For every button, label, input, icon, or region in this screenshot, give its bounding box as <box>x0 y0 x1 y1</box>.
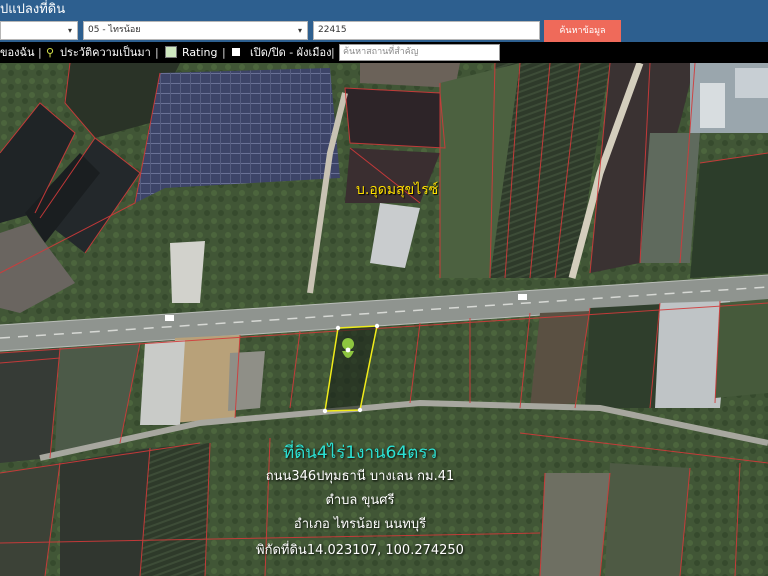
chevron-down-icon: ▾ <box>297 26 302 35</box>
zoning-checkbox[interactable] <box>232 42 240 63</box>
toolbar-zoning-toggle[interactable]: เปิด/ปิด - ผังเมือง <box>250 42 332 63</box>
village-label: บ.อุดมสุขไรซ์ <box>356 182 439 198</box>
rating-check-icon[interactable] <box>165 42 177 63</box>
listing-coordinates: พิกัดที่ดิน14.023107, 100.274250 <box>256 543 464 558</box>
chevron-down-icon: ▾ <box>67 26 72 35</box>
satellite-map[interactable]: บ.อุดมสุขไรซ์ ที่ดิน4ไร่1งาน64ตรว ถนน346… <box>0 63 768 576</box>
divider: | <box>222 46 226 59</box>
toolbar: ของฉัน | ⚲ ประวัติความเป็นมา | Rating | … <box>0 42 768 63</box>
listing-headline: ที่ดิน4ไร่1งาน64ตรว <box>283 443 437 463</box>
parcel-number-input[interactable]: 22415 <box>313 21 540 40</box>
history-icon: ⚲ <box>46 46 55 59</box>
page-title: ปแปลงที่ดิน <box>0 2 66 17</box>
listing-road: ถนน346ปทุมธานี บางเลน กม.41 <box>265 469 455 484</box>
search-button[interactable]: ค้นหาข้อมูล <box>544 20 621 42</box>
district-select[interactable]: 05 - ไทรน้อย ▾ <box>83 21 308 40</box>
listing-subdistrict: ตำบล ขุนศรี <box>325 493 395 508</box>
divider: | <box>331 46 335 59</box>
header-bar: ปแปลงที่ดิน ▾ 05 - ไทรน้อย ▾ 22415 ค้นหา… <box>0 0 768 42</box>
divider: | <box>155 46 159 59</box>
divider: | <box>38 46 42 59</box>
listing-district: อำเภอ ไทรน้อย นนทบุรี <box>293 517 427 532</box>
toolbar-mine[interactable]: ของฉัน <box>0 42 35 63</box>
parcel-number-value: 22415 <box>318 25 347 35</box>
landmark-search-input[interactable]: ค้นหาสถานที่สำคัญ <box>339 44 500 61</box>
toolbar-rating[interactable]: Rating <box>182 42 217 63</box>
district-select-value: 05 - ไทรน้อย <box>88 25 141 35</box>
toolbar-history[interactable]: ประวัติความเป็นมา <box>60 42 151 63</box>
province-select[interactable]: ▾ <box>0 21 78 40</box>
